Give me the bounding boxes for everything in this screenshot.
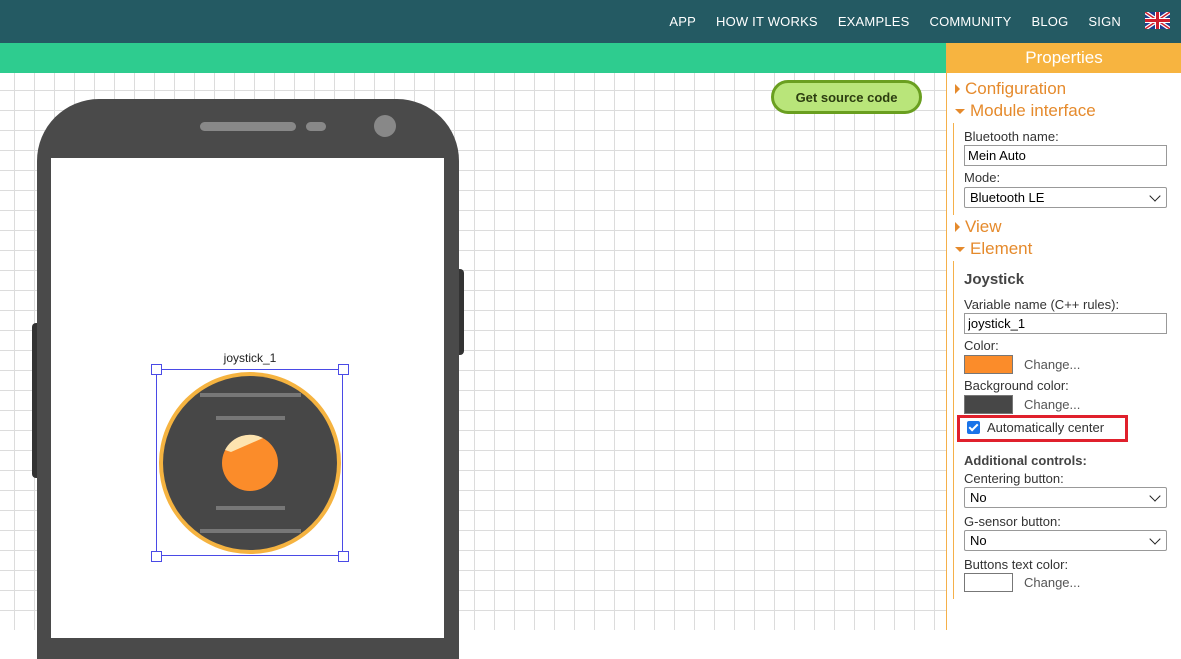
phone-camera — [374, 115, 396, 137]
mode-select-value: Bluetooth LE — [970, 190, 1045, 205]
automatically-center-label[interactable]: Automatically center — [987, 420, 1104, 435]
resize-handle-bottom-right[interactable] — [338, 551, 349, 562]
chevron-down-icon — [1149, 532, 1161, 545]
nav-sign[interactable]: SIGN — [1088, 14, 1121, 29]
nav-blog[interactable]: BLOG — [1031, 14, 1068, 29]
section-view[interactable]: View — [955, 217, 1002, 237]
centering-button-label: Centering button: — [964, 471, 1064, 486]
g-sensor-button-value: No — [970, 533, 987, 548]
g-sensor-button-label: G-sensor button: — [964, 514, 1061, 529]
section-module-interface-label: Module interface — [970, 101, 1096, 120]
caret-right-icon — [955, 222, 960, 232]
section-element[interactable]: Element — [955, 239, 1032, 259]
toolbar-strip — [0, 43, 946, 73]
centering-button-select[interactable]: No — [964, 487, 1167, 508]
change-color-link[interactable]: Change... — [1024, 357, 1080, 372]
change-background-color-link[interactable]: Change... — [1024, 397, 1080, 412]
nav-how-it-works[interactable]: HOW IT WORKS — [716, 14, 818, 29]
main-nav: APP HOW IT WORKS EXAMPLES COMMUNITY BLOG… — [669, 0, 1121, 43]
variable-name-input[interactable] — [964, 313, 1167, 334]
caret-down-icon — [955, 246, 965, 252]
centering-button-value: No — [970, 490, 987, 505]
automatically-center-checkbox[interactable] — [967, 421, 980, 434]
buttons-text-color-swatch[interactable] — [964, 573, 1013, 592]
panel-title: Properties — [947, 43, 1181, 73]
resize-handle-top-right[interactable] — [338, 364, 349, 375]
uk-flag-icon[interactable] — [1145, 12, 1170, 29]
element-type-heading: Joystick — [964, 271, 1025, 288]
section-divider — [953, 123, 954, 215]
selection-box — [156, 369, 343, 556]
background-color-label: Background color: — [964, 378, 1069, 393]
chevron-down-icon — [1149, 189, 1161, 202]
buttons-text-color-label: Buttons text color: — [964, 557, 1069, 572]
g-sensor-button-select[interactable]: No — [964, 530, 1167, 551]
change-buttons-text-color-link[interactable]: Change... — [1024, 575, 1080, 590]
mode-label: Mode: — [964, 170, 1001, 185]
section-module-interface[interactable]: Module interface — [955, 101, 1096, 121]
nav-examples[interactable]: EXAMPLES — [838, 14, 910, 29]
top-navigation-bar: APP HOW IT WORKS EXAMPLES COMMUNITY BLOG… — [0, 0, 1181, 43]
nav-community[interactable]: COMMUNITY — [930, 14, 1012, 29]
bluetooth-name-input[interactable] — [964, 145, 1167, 166]
color-label: Color: — [964, 338, 999, 353]
section-configuration[interactable]: Configuration — [955, 79, 1066, 99]
get-source-code-button[interactable]: Get source code — [771, 80, 922, 114]
caret-right-icon — [955, 84, 960, 94]
phone-speaker — [200, 122, 296, 131]
phone-sensor — [306, 122, 326, 131]
resize-handle-top-left[interactable] — [151, 364, 162, 375]
chevron-down-icon — [1149, 489, 1161, 502]
element-label: joystick_1 — [223, 351, 277, 365]
resize-handle-bottom-left[interactable] — [151, 551, 162, 562]
section-view-label: View — [965, 217, 1002, 236]
bluetooth-name-label: Bluetooth name: — [964, 129, 1059, 144]
background-color-swatch[interactable] — [964, 395, 1013, 414]
additional-controls-heading: Additional controls: — [964, 453, 1087, 468]
section-element-label: Element — [970, 239, 1033, 258]
variable-name-label: Variable name (C++ rules): — [964, 297, 1120, 312]
caret-down-icon — [955, 108, 965, 114]
nav-app[interactable]: APP — [669, 14, 696, 29]
section-divider — [953, 261, 954, 599]
section-configuration-label: Configuration — [965, 79, 1067, 98]
mode-select[interactable]: Bluetooth LE — [964, 187, 1167, 208]
color-swatch[interactable] — [964, 355, 1013, 374]
properties-panel: Properties Configuration Module interfac… — [946, 43, 1181, 630]
